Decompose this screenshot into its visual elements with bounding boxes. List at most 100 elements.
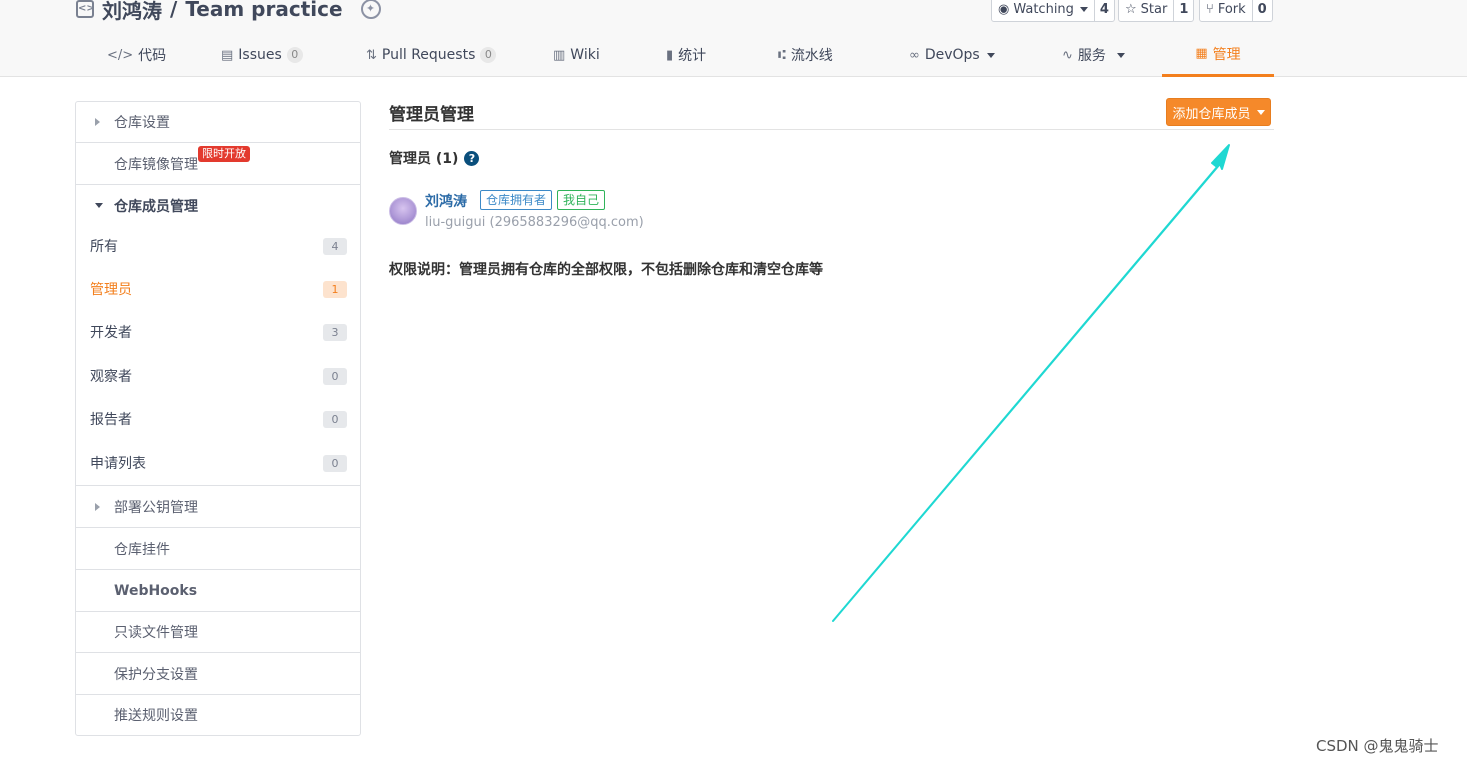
tab-stats[interactable]: ▮ 统计 — [666, 33, 706, 77]
sidebar-item-label: 仓库设置 — [114, 115, 170, 131]
member-filter-label: 报告者 — [90, 412, 132, 428]
repo-nav: </> 代码 ▤ Issues 0 ⇅ Pull Requests 0 ▥ Wi… — [76, 33, 1274, 77]
sidebar-item-label: WebHooks — [114, 582, 198, 599]
tab-devops[interactable]: ∞ DevOps — [909, 33, 995, 77]
watch-group: ◉ Watching 4 — [991, 0, 1115, 22]
fork-icon: ⑂ — [1206, 1, 1214, 17]
sidebar-item-label: 部署公钥管理 — [114, 500, 198, 516]
issues-icon: ▤ — [221, 47, 234, 63]
tab-pipeline[interactable]: ⑆ 流水线 — [778, 33, 833, 77]
member-filter-requests[interactable]: 申请列表 0 — [76, 441, 360, 486]
member-name-link[interactable]: 刘鸿涛 — [425, 191, 467, 211]
member-filter-count: 0 — [323, 367, 347, 385]
tab-code[interactable]: </> 代码 — [107, 33, 166, 77]
repo-name-link[interactable]: Team practice — [185, 0, 342, 21]
manage-icon: ▦ — [1195, 46, 1208, 61]
tab-devops-label: DevOps — [924, 47, 980, 63]
chevron-down-icon — [1079, 6, 1088, 12]
sidebar-item-label: 只读文件管理 — [114, 625, 198, 641]
sidebar-item-members[interactable]: 仓库成员管理 — [76, 185, 360, 226]
page-title: 管理员管理 — [389, 105, 474, 125]
issues-count: 0 — [286, 47, 303, 63]
self-tag: 我自己 — [557, 190, 606, 210]
repo-title: <> 刘鸿涛 / Team practice ✦ — [76, 0, 381, 24]
repo-owner-link[interactable]: 刘鸿涛 — [102, 0, 162, 24]
watch-label: Watching — [1013, 1, 1074, 17]
member-filter-count: 1 — [323, 280, 347, 298]
avatar[interactable] — [389, 197, 417, 225]
bar-chart-icon: ▮ — [666, 47, 674, 63]
repo-code-icon: <> — [76, 0, 95, 18]
tab-code-label: 代码 — [138, 48, 167, 64]
help-icon[interactable]: ? — [464, 150, 480, 166]
tab-manage[interactable]: ▦ 管理 — [1162, 33, 1274, 77]
sidebar-item-protected-branches[interactable]: 保护分支设置 — [76, 653, 360, 695]
member-filter-reporter[interactable]: 报告者 0 — [76, 398, 360, 440]
fork-count[interactable]: 0 — [1253, 0, 1272, 21]
sidebar-item-deploy-keys[interactable]: 部署公钥管理 — [76, 487, 360, 528]
add-member-label: 添加仓库成员 — [1172, 106, 1251, 122]
member-filter-label: 申请列表 — [90, 456, 146, 472]
member-filter-admin[interactable]: 管理员 1 — [76, 268, 360, 310]
chevron-down-icon — [1116, 52, 1125, 58]
star-group: ☆ Star 1 — [1118, 0, 1195, 22]
tab-pull-requests[interactable]: ⇅ Pull Requests 0 — [366, 33, 497, 77]
title-divider — [389, 129, 1274, 130]
owner-tag: 仓库拥有者 — [480, 190, 553, 210]
tab-services[interactable]: ∿ 服务 — [1062, 33, 1125, 77]
tab-issues[interactable]: ▤ Issues 0 — [221, 33, 303, 77]
chevron-down-icon — [1256, 109, 1265, 115]
sidebar-item-webhooks[interactable]: WebHooks — [76, 570, 360, 612]
sidebar-item-push-rules[interactable]: 推送规则设置 — [76, 695, 360, 735]
watermark: CSDN @鬼鬼骑士 — [1316, 737, 1439, 755]
member-filter-developer[interactable]: 开发者 3 — [76, 311, 360, 353]
code-icon: </> — [107, 47, 134, 63]
tab-pulls-label: Pull Requests — [381, 47, 476, 63]
star-icon: ☆ — [1125, 1, 1137, 17]
pulls-count: 0 — [480, 47, 497, 63]
permission-note: 权限说明：管理员拥有仓库的全部权限，不包括删除仓库和清空仓库等 — [389, 262, 823, 278]
fork-label: Fork — [1217, 1, 1246, 17]
member-filter-all[interactable]: 所有 4 — [76, 225, 360, 267]
sidebar-item-repo-settings[interactable]: 仓库设置 — [76, 102, 360, 143]
admin-section-title: 管理员 (1) ? — [389, 148, 480, 168]
pipeline-icon: ⑆ — [778, 47, 786, 63]
tab-services-label: 服务 — [1077, 48, 1106, 64]
member-filter-viewer[interactable]: 观察者 0 — [76, 355, 360, 397]
sidebar-item-label: 仓库挂件 — [114, 541, 170, 558]
tab-wiki-label: Wiki — [570, 47, 600, 63]
tab-wiki[interactable]: ▥ Wiki — [553, 33, 600, 77]
sidebar-item-label: 仓库成员管理 — [114, 198, 198, 215]
tab-issues-label: Issues — [238, 47, 282, 63]
tab-stats-label: 统计 — [678, 48, 707, 64]
star-button[interactable]: ☆ Star — [1119, 0, 1175, 21]
sidebar-item-label: 保护分支设置 — [114, 666, 198, 683]
sidebar-item-hooks[interactable]: 仓库挂件 — [76, 528, 360, 570]
add-member-button[interactable]: 添加仓库成员 — [1166, 98, 1271, 126]
chevron-down-icon — [986, 52, 995, 58]
sidebar-item-mirror[interactable]: 仓库镜像管理 限时开放 — [76, 143, 360, 185]
limited-time-badge: 限时开放 — [198, 146, 250, 162]
sidebar-item-label: 仓库镜像管理 — [114, 156, 198, 173]
pull-request-icon: ⇅ — [366, 47, 377, 63]
settings-sidebar: 仓库设置 仓库镜像管理 限时开放 仓库成员管理 所有 4 管理员 1 开发者 3… — [75, 101, 361, 736]
caret-right-icon — [95, 118, 100, 126]
member-filter-count: 0 — [323, 410, 347, 428]
annotation-arrow-body — [832, 144, 1230, 622]
sidebar-item-readonly-files[interactable]: 只读文件管理 — [76, 612, 360, 653]
member-account: liu-guigui (2965883296@qq.com) — [425, 215, 644, 230]
infinity-icon: ∞ — [909, 47, 920, 63]
recommend-badge-icon[interactable]: ✦ — [360, 0, 381, 19]
star-count[interactable]: 1 — [1174, 0, 1193, 21]
member-filter-count: 4 — [323, 237, 347, 255]
watch-button[interactable]: ◉ Watching — [992, 0, 1095, 21]
book-icon: ▥ — [553, 47, 566, 63]
caret-down-icon — [95, 203, 103, 208]
watch-count[interactable]: 4 — [1095, 0, 1114, 21]
member-filter-count: 0 — [323, 454, 347, 472]
fork-button[interactable]: ⑂ Fork — [1200, 0, 1253, 21]
member-filter-label: 所有 — [90, 239, 118, 255]
fork-group: ⑂ Fork 0 — [1199, 0, 1273, 22]
eye-icon: ◉ — [998, 1, 1010, 17]
caret-right-icon — [95, 503, 100, 511]
